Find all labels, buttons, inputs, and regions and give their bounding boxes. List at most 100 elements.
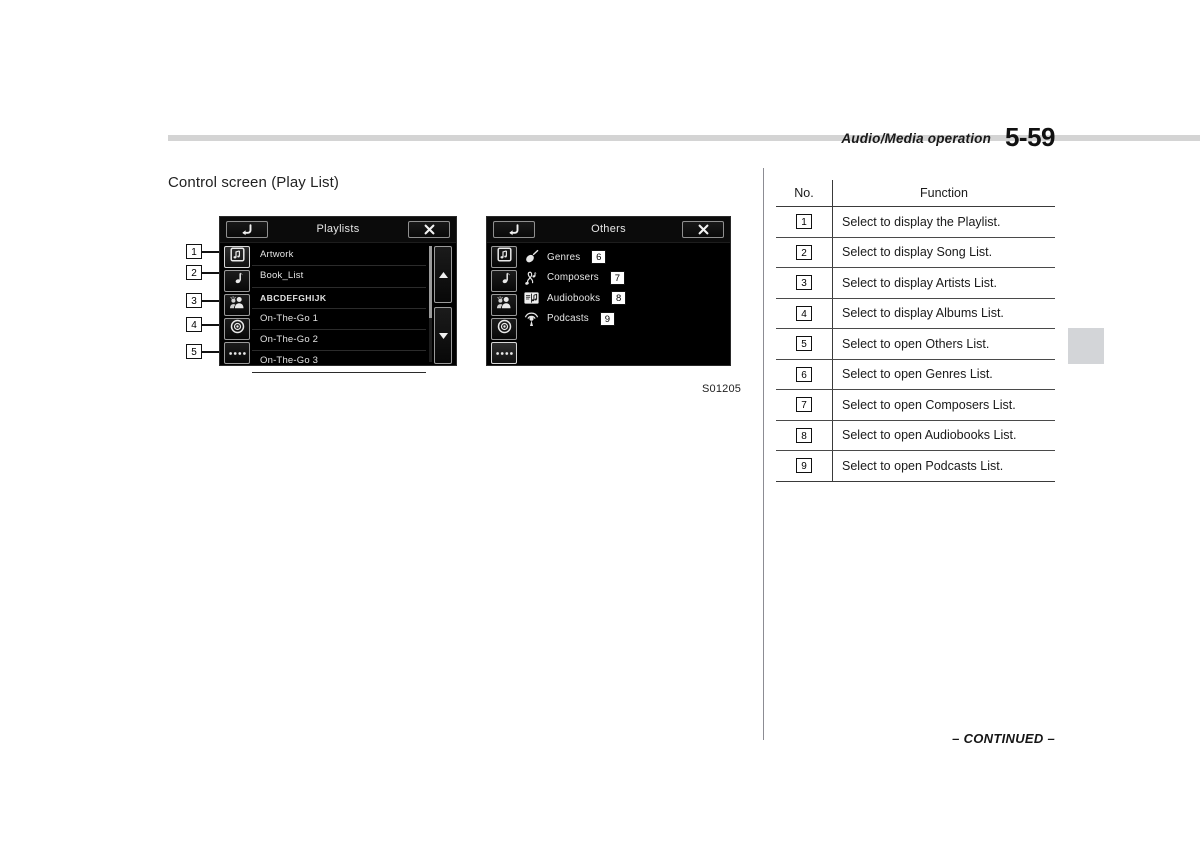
table-cell-no: 7 [776,389,833,421]
table-cell-no: 9 [776,450,833,482]
table-row: 4 Select to display Albums List. [776,298,1055,329]
callout-leader-1 [202,251,220,253]
close-button[interactable] [682,221,724,238]
menu-item-genres[interactable]: Genres 6 [523,247,726,268]
list-item[interactable]: ABCDEFGHIJK [252,288,426,309]
close-button[interactable] [408,221,450,238]
rail-button-playlist[interactable] [491,246,517,268]
callout-6: 6 [591,250,607,265]
table-cell-function: Select to open Audiobooks List. [832,420,1055,451]
album-disc-icon [230,319,245,339]
music-note-icon [230,271,245,291]
rail-button-artists[interactable] [224,294,250,316]
page-edge-tab-marker [1068,328,1104,364]
table-cell-function: Select to display Artists List. [832,267,1055,299]
others-icon-rail [491,246,517,364]
table-cell-no: 2 [776,237,833,268]
figure-id: S01205 [702,383,742,395]
table-row: 2 Select to display Song List. [776,237,1055,268]
close-x-icon [683,222,723,237]
callout-3: 3 [186,293,202,308]
playlists-screen: Playlists Artwork Book_List ABCDEFGHIJK … [219,216,457,373]
genres-guitar-icon [523,249,540,266]
playlists-titlebar: Playlists [220,217,456,243]
table-row: 9 Select to open Podcasts List. [776,450,1055,482]
composers-note-icon [523,269,540,286]
table-cell-function: Select to open Genres List. [832,359,1055,390]
table-cell-no: 5 [776,328,833,360]
table-cell-function: Select to open Others List. [832,328,1055,360]
table-cell-no: 8 [776,420,833,451]
table-cell-function: Select to open Podcasts List. [832,450,1055,482]
table-row: 1 Select to display the Playlist. [776,206,1055,238]
rail-button-others[interactable] [491,342,517,364]
list-item[interactable]: On-The-Go 1 [252,309,426,331]
scroll-down-button[interactable] [434,307,452,364]
table-cell-function: Select to display Albums List. [832,298,1055,329]
table-cell-function: Select to display the Playlist. [832,206,1055,238]
rail-button-albums[interactable] [491,318,517,340]
scrollbar-track[interactable] [429,246,432,362]
callout-2: 2 [186,265,202,280]
others-screen: Others Genres 6 Composers 7 Audiobooks 8… [486,216,731,366]
playlist-note-square-icon [496,247,512,267]
table-cell-no: 3 [776,267,833,299]
menu-label-genres: Genres [547,251,581,263]
menu-label-audiobooks: Audiobooks [547,292,601,304]
rail-button-songs[interactable] [491,270,517,292]
list-item[interactable]: On-The-Go 2 [252,330,426,352]
menu-item-composers[interactable]: Composers 7 [523,268,726,289]
table-header-row: No. Function [776,180,1055,207]
rail-button-artists[interactable] [491,294,517,316]
numbox: 7 [796,397,812,413]
rail-button-albums[interactable] [224,318,250,340]
others-menu: Genres 6 Composers 7 Audiobooks 8 Podcas… [523,247,726,363]
table-row: 3 Select to display Artists List. [776,267,1055,299]
numbox: 8 [796,427,812,443]
menu-item-podcasts[interactable]: Podcasts 9 [523,309,726,330]
table-row: 8 Select to open Audiobooks List. [776,420,1055,451]
artists-people-icon [496,295,512,315]
callout-1: 1 [186,244,202,259]
menu-label-composers: Composers [547,272,599,284]
playlists-list[interactable]: Artwork Book_List ABCDEFGHIJK On-The-Go … [252,245,426,373]
column-divider [763,168,764,740]
table-row: 5 Select to open Others List. [776,328,1055,360]
numbox: 2 [796,244,812,260]
numbox: 3 [796,275,812,291]
scroll-down-arrow-icon [438,327,449,345]
table-cell-no: 6 [776,359,833,390]
numbox: 1 [796,214,812,230]
rail-button-others[interactable] [224,342,250,364]
callout-7: 7 [609,270,625,285]
album-disc-icon [497,319,512,339]
table-cell-no: 1 [776,206,833,238]
list-item[interactable]: Book_List [252,266,426,288]
podcasts-mic-icon [523,310,540,327]
callout-9: 9 [599,311,615,326]
continued-note: – CONTINUED – [952,731,1055,746]
numbox: 4 [796,305,812,321]
section-title: Control screen (Play List) [168,174,339,191]
scrollbar-thumb[interactable] [429,246,432,318]
table-header-function: Function [832,180,1055,207]
numbox: 9 [796,458,812,474]
table-header-no: No. [776,180,833,207]
callout-4: 4 [186,317,202,332]
close-x-icon [409,222,449,237]
chapter-title: Audio/Media operation [841,131,1055,146]
table-cell-no: 4 [776,298,833,329]
others-titlebar: Others [487,217,730,243]
playlists-icon-rail [224,246,250,364]
callout-5: 5 [186,344,202,359]
scroll-up-button[interactable] [434,246,452,303]
menu-item-audiobooks[interactable]: Audiobooks 8 [523,288,726,309]
rail-button-songs[interactable] [224,270,250,292]
rail-button-playlist[interactable] [224,246,250,268]
list-item[interactable]: On-The-Go 3 [252,351,426,373]
others-ellipsis-icon [228,344,247,362]
table-row: 7 Select to open Composers List. [776,389,1055,421]
playlist-note-square-icon [229,247,245,267]
table-cell-function: Select to open Composers List. [832,389,1055,421]
list-item[interactable]: Artwork [252,245,426,267]
